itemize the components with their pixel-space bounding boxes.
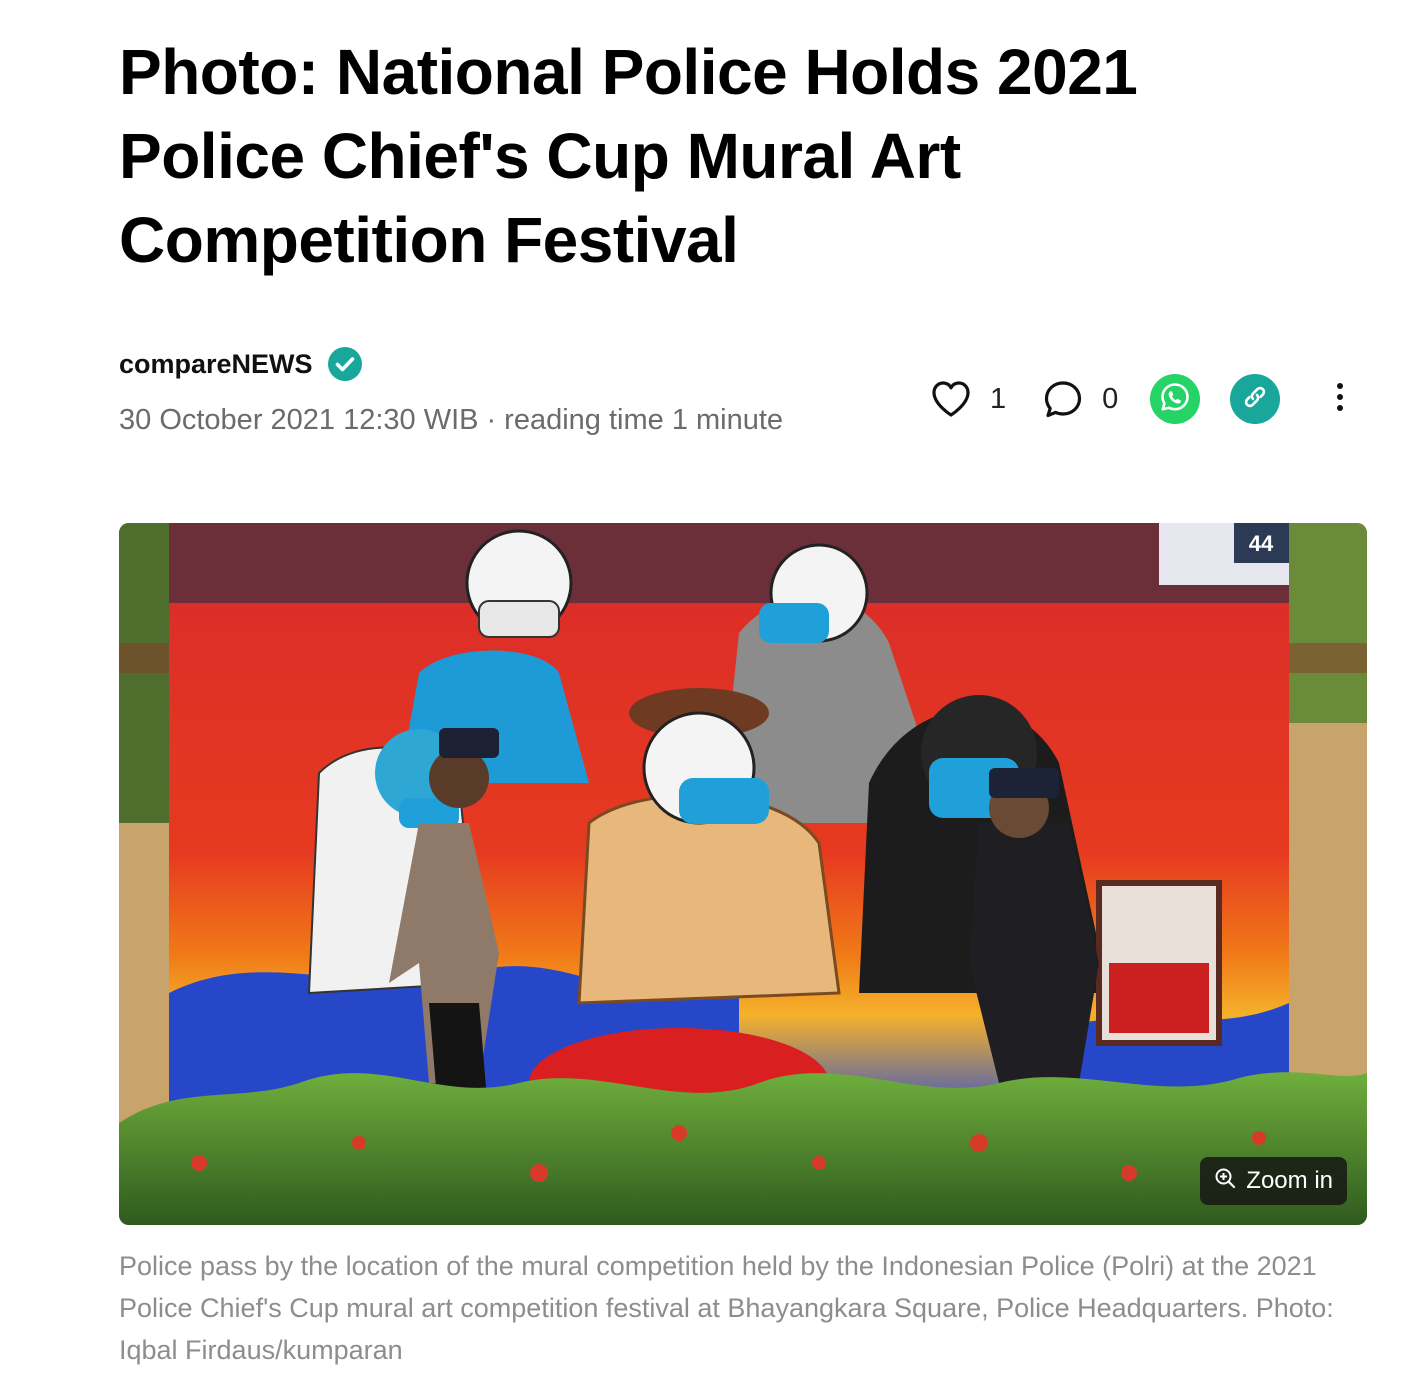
article-title: Photo: National Police Holds 2021 Police… — [119, 36, 1138, 276]
zoom-in-label: Zoom in — [1246, 1167, 1333, 1194]
speech-bubble-icon — [1042, 378, 1084, 420]
copy-link-button[interactable] — [1230, 374, 1281, 424]
author-name[interactable]: compareNEWS — [119, 349, 313, 380]
comment-button[interactable]: 0 — [1042, 378, 1118, 420]
meta-separator: · — [486, 404, 497, 436]
article-meta: 30 October 2021 12:30 WIB · reading time 1… — [119, 404, 783, 437]
mural-photo-illustration: 44 — [119, 523, 1367, 1225]
whatsapp-share-button[interactable] — [1150, 374, 1201, 424]
article-actions: 1 0 — [930, 374, 1350, 424]
zoom-in-button[interactable]: Zoom in — [1200, 1157, 1347, 1205]
heart-outline-icon — [930, 379, 972, 419]
more-options-button[interactable] — [1330, 379, 1350, 419]
link-icon — [1240, 382, 1270, 417]
author-row: compareNEWS — [119, 346, 363, 382]
article-photo[interactable]: 44 Zoom in — [119, 523, 1367, 1225]
like-button[interactable]: 1 — [930, 379, 1006, 419]
verified-check-icon — [327, 346, 363, 382]
whatsapp-icon — [1159, 381, 1191, 418]
like-count: 1 — [990, 382, 1007, 415]
publish-date: 30 October 2021 12:30 WIB — [119, 404, 479, 436]
mural-badge: 44 — [1249, 531, 1274, 556]
comment-count: 0 — [1102, 382, 1119, 415]
reading-time: reading time 1 minute — [504, 404, 784, 436]
photo-caption: Police pass by the location of the mural… — [119, 1251, 1334, 1365]
zoom-in-icon — [1214, 1167, 1246, 1196]
vertical-dots-icon — [1336, 382, 1344, 417]
